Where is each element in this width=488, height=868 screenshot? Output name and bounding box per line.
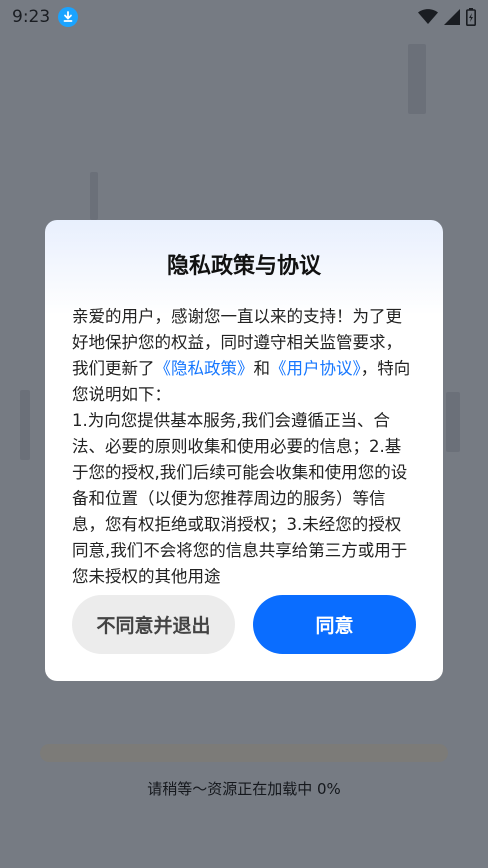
dialog-title: 隐私政策与协议	[166, 254, 321, 279]
download-icon	[58, 7, 79, 27]
status-bar: 9:23	[0, 0, 488, 34]
body-and: 和	[253, 359, 271, 378]
status-left: 9:23	[12, 7, 79, 27]
loading-progress-bar	[40, 744, 448, 762]
signal-icon	[444, 9, 460, 25]
background-decoration	[446, 392, 460, 452]
status-time: 9:23	[12, 7, 51, 27]
dialog-body: 亲爱的用户，感谢您一直以来的支持！为了更好地保护您的权益，同时遵守相关监管要求，…	[72, 304, 416, 590]
disagree-exit-button[interactable]: 不同意并退出	[72, 595, 235, 654]
user-agreement-link[interactable]: 《用户协议》	[270, 359, 361, 378]
body-details: 1.为向您提供基本服务,我们会遵循正当、合法、必要的原则收集和使用必要的信息；2…	[72, 411, 408, 586]
agree-button[interactable]: 同意	[253, 595, 416, 654]
privacy-policy-link[interactable]: 《隐私政策》	[155, 359, 254, 378]
battery-icon	[466, 8, 476, 26]
wifi-icon	[418, 9, 438, 24]
loading-status-text: 请稍等～资源正在加载中 0%	[147, 780, 341, 798]
background-decoration	[90, 172, 98, 220]
background-decoration	[408, 44, 426, 114]
status-right	[418, 8, 476, 26]
privacy-dialog: 隐私政策与协议 亲爱的用户，感谢您一直以来的支持！为了更好地保护您的权益，同时遵…	[45, 220, 443, 681]
background-decoration	[20, 390, 30, 460]
